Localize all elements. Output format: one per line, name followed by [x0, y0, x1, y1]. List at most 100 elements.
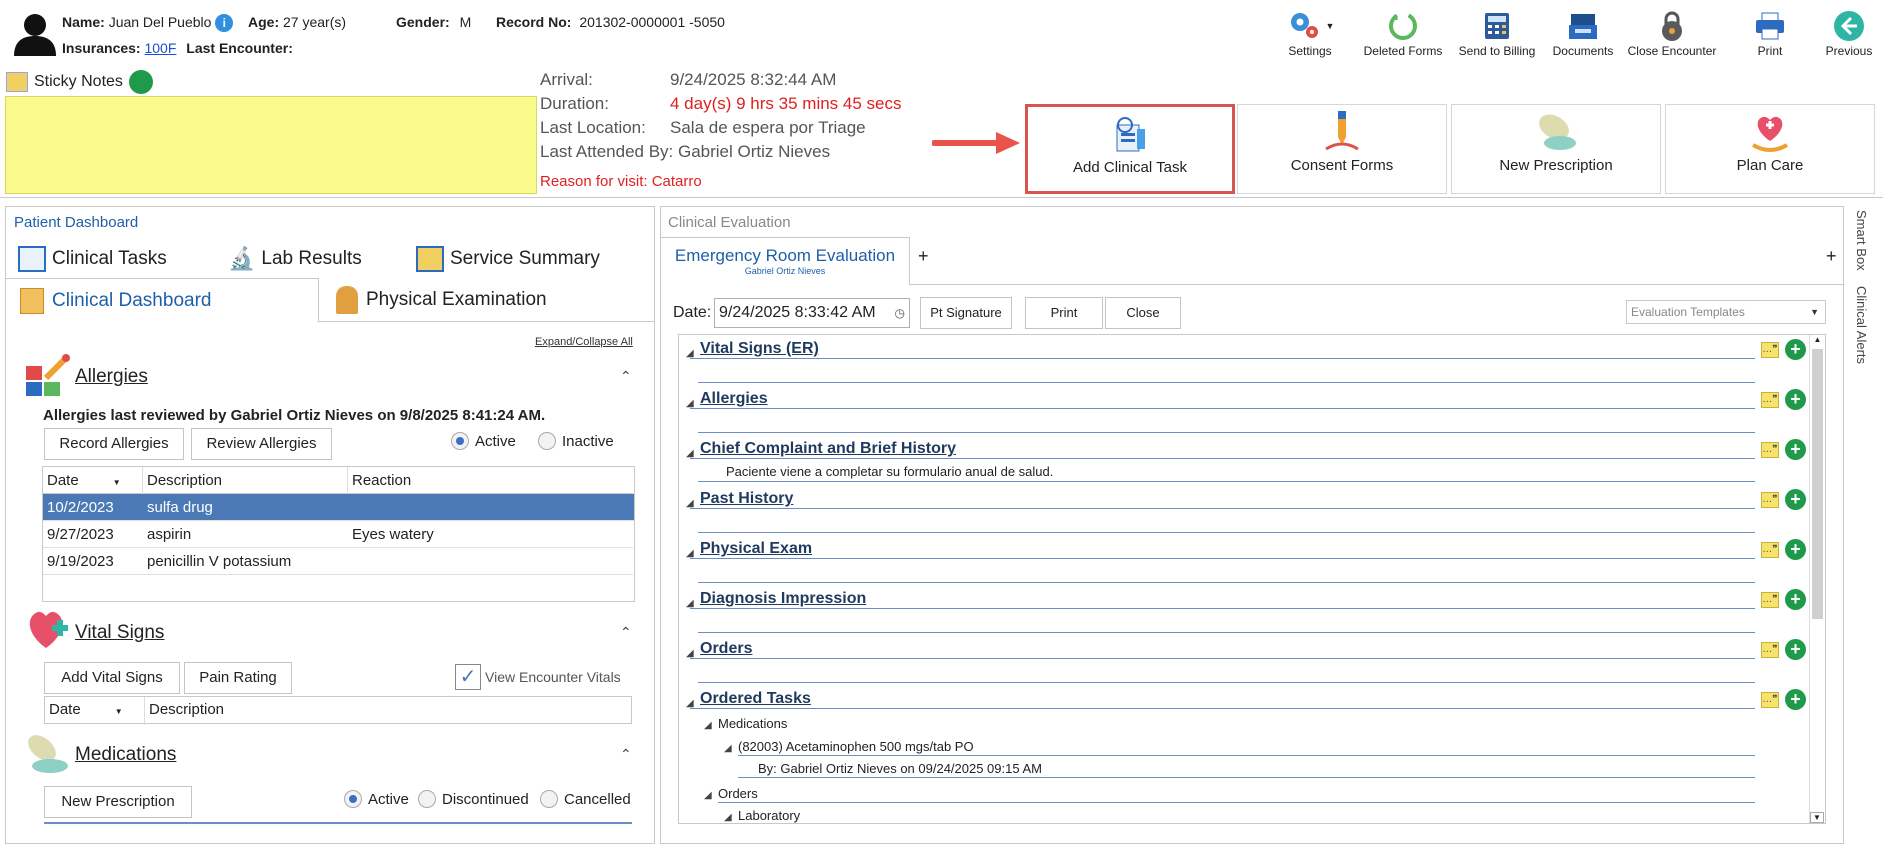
last-encounter-label: Last Encounter:: [186, 40, 293, 56]
clinical-task-icon: [1028, 107, 1232, 159]
patient-dashboard-title: Patient Dashboard: [14, 214, 139, 231]
deleted-forms-button[interactable]: Deleted Forms: [1353, 8, 1453, 58]
tab-clinical-tasks[interactable]: Clinical Tasks: [18, 246, 167, 272]
vertical-scrollbar[interactable]: ▲ ▼: [1809, 335, 1825, 823]
allergies-collapse-icon[interactable]: ⌃: [620, 368, 632, 385]
tab-clinical-dashboard[interactable]: Clinical Dashboard: [5, 278, 319, 322]
header-divider: [0, 197, 1883, 198]
pen-icon: [1238, 105, 1446, 157]
collapse-triangle-icon[interactable]: ◢: [704, 720, 712, 731]
add-item-icon[interactable]: +: [1785, 439, 1806, 460]
eval-close-button[interactable]: Close: [1105, 297, 1181, 329]
quote-icon[interactable]: …❞: [1761, 391, 1779, 408]
pt-signature-button[interactable]: Pt Signature: [920, 297, 1012, 329]
calendar-clock-icon[interactable]: ◷: [895, 299, 905, 327]
section-orders: ◢ Orders …❞ +: [686, 639, 1806, 683]
review-allergies-button[interactable]: Review Allergies: [191, 428, 332, 460]
collapse-triangle-icon[interactable]: ◢: [724, 812, 732, 823]
add-panel-icon[interactable]: +: [1826, 246, 1837, 267]
allergies-inactive-radio[interactable]: Inactive: [538, 432, 614, 450]
add-vital-signs-button[interactable]: Add Vital Signs: [44, 662, 180, 694]
record-allergies-button[interactable]: Record Allergies: [44, 428, 184, 460]
sticky-notes-area[interactable]: [5, 96, 537, 194]
tab-clinical-alerts[interactable]: Clinical Alerts: [1854, 286, 1869, 364]
quote-icon[interactable]: …❞: [1761, 491, 1779, 508]
pain-rating-button[interactable]: Pain Rating: [184, 662, 292, 694]
quote-icon[interactable]: …❞: [1761, 691, 1779, 708]
tab-sub-author: Gabriel Ortiz Nieves: [744, 266, 826, 276]
gears-icon: ▼: [1260, 8, 1360, 44]
consent-forms-button[interactable]: Consent Forms: [1237, 104, 1447, 194]
add-clinical-task-button[interactable]: Add Clinical Task: [1025, 104, 1235, 194]
meds-active-radio[interactable]: Active: [344, 790, 409, 808]
insurances-row: Insurances: 100F Last Encounter:: [62, 40, 293, 56]
scroll-down-icon[interactable]: ▼: [1810, 812, 1824, 823]
collapse-triangle-icon[interactable]: ◢: [724, 743, 732, 754]
add-item-icon[interactable]: +: [1785, 389, 1806, 410]
table-row[interactable]: 9/19/2023 penicillin V potassium: [43, 548, 633, 575]
scroll-up-icon[interactable]: ▲: [1810, 335, 1825, 344]
arrow-left-icon: [1799, 8, 1883, 44]
allergies-title[interactable]: Allergies: [75, 366, 148, 388]
meds-grid-top: [44, 822, 632, 828]
radio-off-icon: [538, 432, 556, 450]
add-tab-icon[interactable]: +: [918, 246, 929, 267]
tab-emergency-room-evaluation[interactable]: Emergency Room Evaluation Gabriel Ortiz …: [660, 237, 910, 285]
insurance-link[interactable]: 100F: [144, 40, 176, 56]
sort-down-icon[interactable]: ▼: [115, 707, 123, 716]
chevron-down-icon[interactable]: ▼: [1326, 21, 1335, 31]
tab-smart-box[interactable]: Smart Box: [1854, 210, 1869, 271]
quote-icon[interactable]: …❞: [1761, 441, 1779, 458]
name-label: Name:: [62, 14, 105, 30]
send-to-billing-button[interactable]: Send to Billing: [1447, 8, 1547, 58]
table-row[interactable]: 10/2/2023 sulfa drug: [43, 494, 634, 521]
allergies-active-radio[interactable]: Active: [451, 432, 516, 450]
scrollbar-thumb[interactable]: [1812, 349, 1823, 619]
add-item-icon[interactable]: +: [1785, 689, 1806, 710]
collapse-triangle-icon[interactable]: ◢: [704, 790, 712, 801]
new-prescription-tile[interactable]: New Prescription: [1451, 104, 1661, 194]
date-input[interactable]: 9/24/2025 8:33:42 AM ◷: [714, 298, 910, 328]
settings-button[interactable]: ▼ Settings: [1260, 8, 1360, 58]
quote-icon[interactable]: …❞: [1761, 641, 1779, 658]
arrival-time: 9/24/2025 8:32:44 AM: [670, 70, 837, 89]
close-encounter-button[interactable]: Close Encounter: [1622, 8, 1722, 58]
documents-button[interactable]: Documents: [1533, 8, 1633, 58]
add-item-icon[interactable]: +: [1785, 489, 1806, 510]
quote-icon[interactable]: …❞: [1761, 541, 1779, 558]
add-item-icon[interactable]: +: [1785, 339, 1806, 360]
view-encounter-vitals-checkbox[interactable]: ✓ View Encounter Vitals: [455, 664, 621, 690]
vitals-collapse-icon[interactable]: ⌃: [620, 624, 632, 641]
section-diagnosis-impression: ◢ Diagnosis Impression …❞ +: [686, 589, 1806, 633]
clinical-evaluation-title: Clinical Evaluation: [668, 214, 791, 231]
meds-cancelled-radio[interactable]: Cancelled: [540, 790, 631, 808]
tasks-med-item[interactable]: (82003) Acetaminophen 500 mgs/tab PO: [738, 739, 974, 754]
tab-physical-examination[interactable]: Physical Examination: [336, 286, 547, 314]
section-allergies: ◢ Allergies …❞ +: [686, 389, 1806, 433]
table-row[interactable]: 9/27/2023 aspirin Eyes watery: [43, 521, 633, 548]
meds-discontinued-radio[interactable]: Discontinued: [418, 790, 529, 808]
tasks-laboratory: Laboratory: [738, 808, 801, 823]
add-item-icon[interactable]: +: [1785, 589, 1806, 610]
date-label: Date:: [673, 304, 712, 321]
section-past-history: ◢ Past History …❞ +: [686, 489, 1806, 533]
medications-title[interactable]: Medications: [75, 744, 176, 766]
add-sticky-note-icon[interactable]: [128, 70, 153, 94]
vital-signs-title[interactable]: Vital Signs: [75, 622, 164, 644]
tab-lab-results[interactable]: 🔬 Lab Results: [228, 246, 362, 272]
info-icon[interactable]: i: [215, 14, 234, 33]
new-prescription-button[interactable]: New Prescription: [44, 786, 192, 818]
add-item-icon[interactable]: +: [1785, 539, 1806, 560]
plan-care-button[interactable]: Plan Care: [1665, 104, 1875, 194]
quote-icon[interactable]: …❞: [1761, 591, 1779, 608]
eval-print-button[interactable]: Print: [1025, 297, 1103, 329]
add-item-icon[interactable]: +: [1785, 639, 1806, 660]
evaluation-templates-select[interactable]: Evaluation Templates ▼: [1626, 300, 1826, 324]
meds-collapse-icon[interactable]: ⌃: [620, 746, 632, 763]
tab-service-summary[interactable]: Service Summary: [416, 246, 600, 272]
quote-icon[interactable]: …❞: [1761, 341, 1779, 358]
sort-down-icon[interactable]: ▼: [113, 478, 121, 487]
previous-button[interactable]: Previous: [1799, 8, 1883, 58]
patient-name: Juan Del Pueblo: [108, 14, 212, 30]
expand-collapse-link[interactable]: Expand/Collapse All: [535, 336, 633, 348]
